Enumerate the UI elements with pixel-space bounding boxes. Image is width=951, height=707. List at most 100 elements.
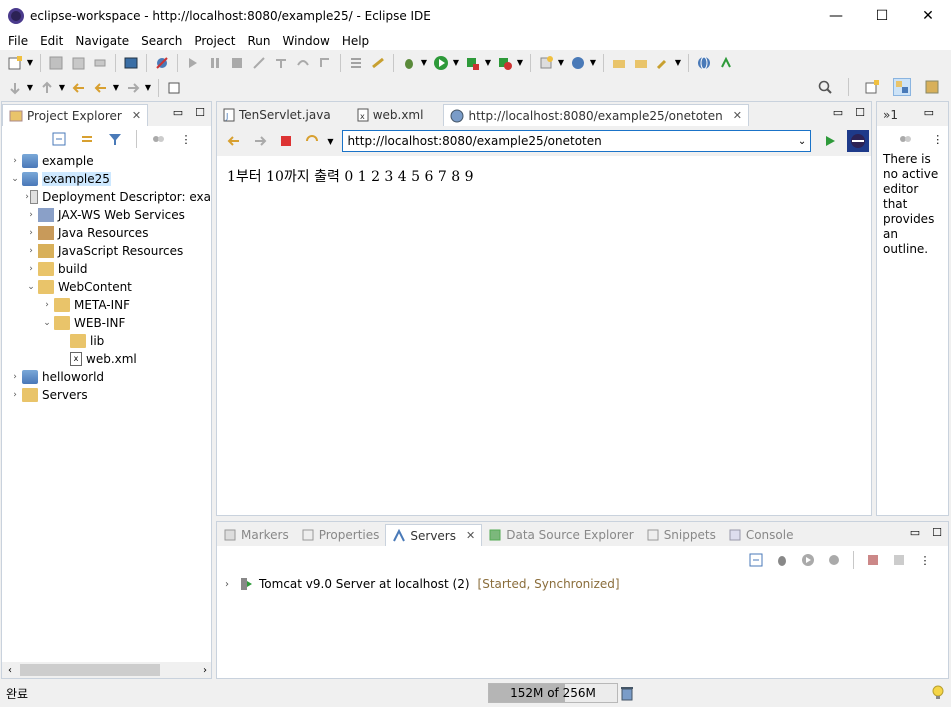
link-with-editor-icon[interactable] [78, 130, 96, 148]
search-icon[interactable] [816, 78, 834, 96]
scrollbar-thumb[interactable] [20, 664, 160, 676]
tab-snippets[interactable]: Snippets [640, 524, 722, 546]
search-tool-icon[interactable] [654, 54, 672, 72]
trash-icon[interactable] [620, 685, 634, 704]
refresh-icon[interactable] [303, 132, 321, 150]
terminal-icon[interactable] [122, 54, 140, 72]
focus-icon[interactable] [897, 130, 914, 148]
publish-icon[interactable] [890, 551, 908, 569]
chevron-right-icon[interactable]: › [24, 210, 38, 220]
chevron-right-icon[interactable]: › [24, 228, 38, 238]
view-menu-icon[interactable]: ⋮ [930, 130, 947, 148]
forward-icon[interactable] [251, 132, 269, 150]
tree-item[interactable]: ⌄ WEB-INF [8, 314, 211, 332]
tree-item[interactable]: › META-INF [8, 296, 211, 314]
view-menu-icon[interactable]: ⋮ [916, 551, 934, 569]
minimize-view-icon[interactable]: ▭ [924, 106, 934, 119]
close-button[interactable]: ✕ [905, 0, 951, 31]
java-ee-perspective-icon[interactable] [893, 78, 911, 96]
minimize-button[interactable]: — [813, 0, 859, 31]
terminate-icon[interactable] [228, 54, 246, 72]
tree-item[interactable]: › Deployment Descriptor: exa [8, 188, 211, 206]
open-perspective-icon[interactable] [863, 78, 881, 96]
maximize-view-icon[interactable]: ☐ [195, 106, 205, 119]
save-icon[interactable] [47, 54, 65, 72]
maximize-button[interactable]: ☐ [859, 0, 905, 31]
open-type-icon[interactable] [610, 54, 628, 72]
url-bar[interactable]: http://localhost:8080/example25/onetoten… [342, 130, 812, 152]
pin-editor-icon[interactable] [165, 79, 183, 97]
new-server-icon[interactable] [537, 54, 555, 72]
chevron-down-icon[interactable]: ▼ [557, 54, 565, 72]
tree-item[interactable]: › JAX-WS Web Services [8, 206, 211, 224]
tab-properties[interactable]: Properties [295, 524, 386, 546]
step-into-icon[interactable] [272, 54, 290, 72]
tree-item[interactable]: › example [8, 152, 211, 170]
forward-icon[interactable] [124, 79, 142, 97]
chevron-down-icon[interactable]: ⌄ [40, 318, 54, 328]
focus-icon[interactable] [149, 130, 167, 148]
open-task-icon[interactable] [632, 54, 650, 72]
menu-project[interactable]: Project [188, 34, 241, 48]
tab-outline-overflow[interactable]: »1 [877, 104, 904, 126]
chevron-down-icon[interactable]: ▼ [674, 54, 682, 72]
resume-icon[interactable] [184, 54, 202, 72]
java-perspective-icon[interactable] [923, 78, 941, 96]
menu-edit[interactable]: Edit [34, 34, 69, 48]
debug-icon[interactable] [400, 54, 418, 72]
chevron-down-icon[interactable]: ▼ [112, 79, 120, 97]
chevron-down-icon[interactable]: ▼ [26, 54, 34, 72]
new-class-icon[interactable] [569, 54, 587, 72]
profile-server-icon[interactable] [825, 551, 843, 569]
tab-console[interactable]: Console [722, 524, 800, 546]
chevron-down-icon[interactable]: ▼ [484, 54, 492, 72]
minimize-view-icon[interactable]: ▭ [173, 106, 183, 119]
step-return-icon[interactable] [316, 54, 334, 72]
heap-status[interactable]: 152M of 256M [488, 683, 618, 703]
run-icon[interactable] [432, 54, 450, 72]
step-over-icon[interactable] [294, 54, 312, 72]
go-icon[interactable] [821, 132, 839, 150]
tree-item[interactable]: › helloworld [8, 368, 211, 386]
save-all-icon[interactable] [69, 54, 87, 72]
tree-item[interactable]: › Java Resources [8, 224, 211, 242]
tree-item[interactable]: lib [8, 332, 211, 350]
chevron-down-icon[interactable]: ▼ [420, 54, 428, 72]
skip-breakpoints-icon[interactable] [153, 54, 171, 72]
chevron-right-icon[interactable]: › [24, 246, 38, 256]
menu-search[interactable]: Search [135, 34, 188, 48]
close-icon[interactable]: ✕ [466, 529, 475, 542]
stop-server-icon[interactable] [864, 551, 882, 569]
chevron-down-icon[interactable]: ▼ [516, 54, 524, 72]
back-icon[interactable] [225, 132, 243, 150]
horizontal-scrollbar[interactable]: ‹ › [2, 662, 211, 678]
back-icon[interactable] [92, 79, 110, 97]
previous-annotation-icon[interactable] [38, 79, 56, 97]
chevron-right-icon[interactable]: › [8, 390, 22, 400]
menu-help[interactable]: Help [336, 34, 375, 48]
maximize-view-icon[interactable]: ☐ [932, 526, 942, 539]
coverage-icon[interactable] [464, 54, 482, 72]
tab-project-explorer[interactable]: Project Explorer ✕ [2, 104, 149, 126]
chevron-down-icon[interactable]: ▼ [452, 54, 460, 72]
tab-markers[interactable]: Markers [217, 524, 295, 546]
tab-web-xml[interactable]: x web.xml [351, 104, 430, 126]
url-text[interactable]: http://localhost:8080/example25/onetoten [347, 134, 601, 148]
tree-item[interactable]: › JavaScript Resources [8, 242, 211, 260]
chevron-right-icon[interactable]: › [24, 264, 38, 274]
chevron-right-icon[interactable]: › [8, 372, 22, 382]
chevron-down-icon[interactable]: ⌄ [24, 282, 38, 292]
menu-run[interactable]: Run [241, 34, 276, 48]
maximize-view-icon[interactable]: ☐ [855, 106, 865, 119]
menu-file[interactable]: File [2, 34, 34, 48]
chevron-down-icon[interactable]: ▼ [327, 132, 335, 150]
print-icon[interactable] [91, 54, 109, 72]
tree-item[interactable]: › Servers [8, 386, 211, 404]
tasks-icon[interactable] [347, 54, 365, 72]
disconnect-icon[interactable] [250, 54, 268, 72]
chevron-down-icon[interactable]: ▼ [58, 79, 66, 97]
chevron-down-icon[interactable]: ▼ [26, 79, 34, 97]
debug-server-icon[interactable] [773, 551, 791, 569]
chevron-right-icon[interactable]: › [8, 156, 22, 166]
collapse-all-icon[interactable] [747, 551, 765, 569]
